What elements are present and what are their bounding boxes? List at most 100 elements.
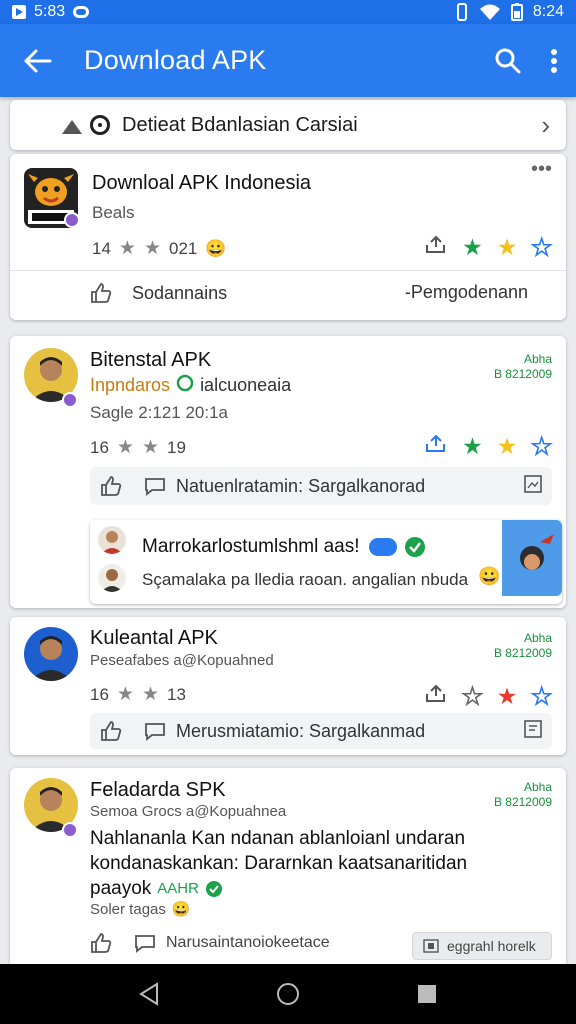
vibrate-icon — [456, 3, 467, 21]
verified-badge-icon — [64, 212, 80, 228]
meta-value: 13 — [167, 684, 186, 704]
nav-home-icon[interactable] — [275, 981, 301, 1007]
more-horiz-icon[interactable]: ••• — [531, 158, 552, 181]
star-outline-icon[interactable]: ★ — [531, 233, 553, 261]
post-body: Nahlananla Kan ndanan ablanloianl undara… — [90, 826, 467, 901]
card-title: Bitenstal APK — [90, 349, 212, 371]
star-icon: ★ — [141, 437, 160, 458]
date-bottom: B 8212009 — [493, 646, 552, 660]
date-label: Abha B 8212009 — [494, 780, 552, 810]
card-meta: 16 ★ ★ 19 — [90, 436, 186, 459]
verified-icon — [205, 880, 222, 897]
star-green-icon[interactable]: ★ — [462, 234, 483, 261]
image-icon[interactable] — [524, 474, 542, 498]
card-meta: 16 ★ ★ 13 — [90, 683, 186, 706]
star-outline-icon[interactable]: ★ — [531, 432, 553, 460]
app-card[interactable]: Bitenstal APK Inpndaros ialcuoneaia Sagl… — [10, 336, 566, 608]
card-title: Feladarda SPK — [90, 779, 226, 801]
star-icon: ★ — [141, 684, 160, 705]
tag-pill[interactable]: eggrahl horelk — [412, 932, 552, 960]
comment-icon[interactable] — [144, 476, 166, 496]
body-line: Nahlananla Kan ndanan ablanloianl undara… — [90, 828, 466, 849]
avatar — [98, 564, 126, 592]
date-top: Abha — [523, 631, 552, 645]
comment-row[interactable]: Merusmiatamio: Sargalkanmad — [90, 713, 552, 749]
comment-text: Natuenlratamin: Sargalkanorad — [176, 475, 426, 496]
nested-title: Marrokarlostumlshml aas! — [142, 536, 360, 557]
date-bottom: B 8212009 — [493, 367, 552, 381]
meta-count: 16 — [90, 437, 109, 457]
emoji-icon: 😀 — [478, 566, 501, 586]
share-icon[interactable] — [424, 234, 448, 261]
rating-row: ★ ★ ★ — [424, 233, 553, 261]
card-subtitle: Sagle 2:121 20:1a — [90, 403, 229, 422]
body-line: paayok — [90, 878, 152, 899]
date-label: Abha B 8212009 — [494, 631, 552, 661]
action-right-text[interactable]: -Pemgodenann — [405, 282, 528, 303]
comment-icon[interactable] — [144, 721, 166, 741]
clock-icon — [90, 115, 110, 135]
thumb-up-icon[interactable] — [100, 720, 122, 742]
meta-count: 16 — [90, 684, 109, 704]
app-card[interactable]: Feladarda SPK Semoa Grocs a@Kopuahnea Ab… — [10, 768, 566, 968]
comment-row[interactable]: Natuenlratamin: Sargalkanorad — [90, 467, 552, 505]
star-green-icon[interactable]: ★ — [462, 433, 483, 460]
page-title: Download APK — [84, 45, 267, 75]
note-icon[interactable] — [524, 719, 542, 743]
more-vert-icon[interactable] — [550, 48, 558, 74]
image-icon — [423, 939, 439, 953]
meta-count: 14 — [92, 238, 111, 258]
avatar — [98, 526, 126, 554]
body-line: kondanaskankan: Dararnkan kaatsanaritida… — [90, 853, 468, 874]
thumbnail-image[interactable] — [502, 520, 562, 596]
verified-badge-icon — [62, 392, 78, 408]
action-left-text: Sodannains — [132, 282, 228, 303]
app-bar: Download APK — [0, 24, 576, 97]
comment-row[interactable]: Narusaintanoiokeetace — [90, 932, 330, 954]
star-yellow-icon[interactable]: ★ — [497, 234, 518, 261]
chevron-right-icon[interactable]: › — [541, 110, 550, 141]
comment-icon[interactable] — [134, 933, 156, 953]
info-banner[interactable]: Detieat Bdanlasian Carsiai › — [10, 100, 566, 150]
sync-icon — [73, 6, 90, 18]
star-icon: ★ — [116, 437, 134, 458]
comment-text: Merusmiatamio: Sargalkanmad — [176, 720, 426, 741]
emoji-icon: 😀 — [205, 238, 227, 258]
nested-post[interactable]: Marrokarlostumlshml aas! Sçamalaka pa ll… — [90, 520, 562, 604]
star-icon: ★ — [116, 684, 134, 705]
sub2-text: Soler tagas — [90, 900, 166, 918]
card-title: Downloal APK Indonesia — [92, 172, 312, 194]
card-subtitle: Semoa Grocs a@Kopuahnea — [90, 803, 287, 820]
star-icon: ★ — [143, 238, 162, 259]
status-time-left: 5:83 — [34, 3, 66, 20]
date-top: Abha — [523, 780, 552, 794]
wifi-icon — [479, 4, 500, 20]
thumb-up-icon[interactable] — [90, 932, 112, 954]
org-suffix: ialcuoneaia — [200, 375, 292, 395]
app-card[interactable]: Downloal APK Indonesia Beals 14 ★ ★ 021 … — [10, 154, 566, 320]
banner-text: Detieat Bdanlasian Carsiai — [122, 113, 358, 136]
rating-row: ★ ★ ★ — [424, 682, 553, 710]
star-yellow-icon[interactable]: ★ — [497, 433, 518, 460]
app-card[interactable]: Kuleantal APK Peseafabes a@Kopuahned Abh… — [10, 617, 566, 755]
share-icon[interactable] — [424, 683, 448, 710]
thumb-up-icon[interactable] — [100, 475, 122, 497]
star-outline-icon[interactable]: ★ — [531, 682, 553, 710]
star-outline-icon[interactable]: ★ — [461, 682, 483, 710]
status-bar: 5:83 8:24 — [0, 0, 576, 24]
nav-recents-icon[interactable] — [416, 983, 438, 1005]
nav-back-icon[interactable] — [138, 982, 160, 1006]
like-action[interactable]: Sodannains — [90, 282, 227, 304]
date-label: Abha B 8212009 — [494, 352, 552, 382]
star-red-icon[interactable]: ★ — [497, 683, 518, 710]
avatar — [24, 627, 78, 681]
card-subtitle: Peseafabes a@Kopuahned — [90, 652, 274, 669]
search-icon[interactable] — [494, 47, 522, 75]
date-bottom: B 8212009 — [493, 795, 552, 809]
pill-text: eggrahl horelk — [447, 938, 536, 954]
warning-icon — [62, 120, 82, 134]
card-title: Kuleantal APK — [90, 627, 218, 649]
thumb-up-icon — [91, 283, 112, 303]
back-arrow-icon[interactable] — [18, 49, 58, 73]
share-icon[interactable] — [424, 433, 448, 460]
